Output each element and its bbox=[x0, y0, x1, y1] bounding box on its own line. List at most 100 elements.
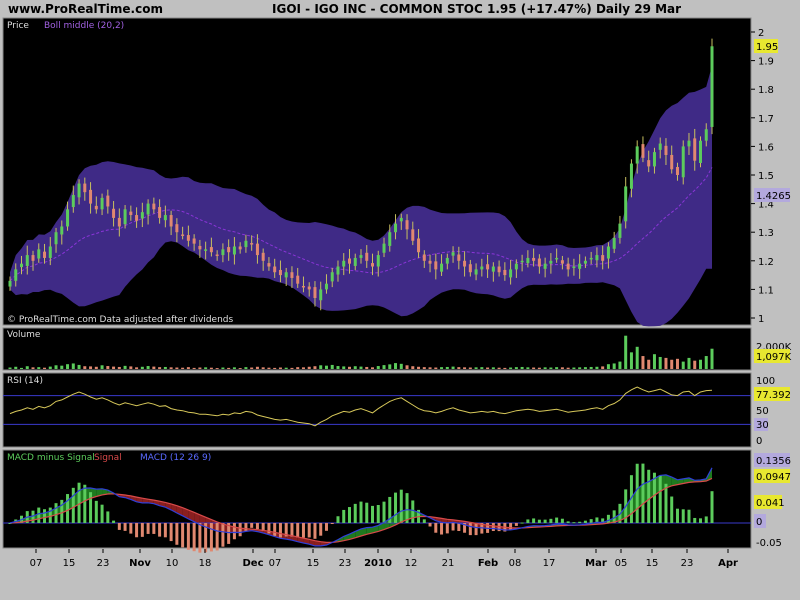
candle bbox=[652, 152, 656, 167]
volume-bar bbox=[359, 366, 363, 369]
x-axis-label: 17 bbox=[543, 558, 556, 569]
candle bbox=[537, 258, 541, 267]
macd-hist-bar bbox=[198, 523, 202, 553]
volume-bar bbox=[526, 367, 530, 369]
x-axis-label: 10 bbox=[166, 558, 179, 569]
volume-bar bbox=[629, 352, 633, 369]
macd-hist-bar bbox=[319, 523, 323, 536]
volume-bar bbox=[60, 365, 64, 369]
macd-hist-bar bbox=[37, 507, 41, 523]
macd-hist-bar bbox=[440, 523, 444, 535]
volume-bar bbox=[278, 367, 282, 369]
macd-hist-bar bbox=[555, 517, 559, 523]
candle bbox=[480, 266, 484, 270]
candle bbox=[371, 263, 375, 267]
volume-bar bbox=[330, 364, 334, 369]
price-tick-label: 1.6 bbox=[758, 142, 774, 153]
price-tick-label: 1.7 bbox=[758, 114, 774, 125]
candle bbox=[31, 255, 35, 261]
candle bbox=[629, 163, 633, 189]
candle bbox=[290, 272, 294, 278]
macd-hist-bar bbox=[215, 523, 219, 551]
candle bbox=[658, 143, 662, 150]
macd-hist-bar bbox=[468, 523, 472, 536]
candle bbox=[169, 215, 173, 227]
rsi-label: RSI (14) bbox=[7, 376, 43, 386]
candle bbox=[267, 263, 271, 267]
volume-bar bbox=[601, 366, 605, 369]
volume-bar bbox=[635, 346, 639, 369]
candle bbox=[693, 138, 697, 161]
macd-hist-bar bbox=[664, 483, 668, 523]
candle bbox=[261, 252, 265, 261]
candle bbox=[117, 217, 121, 227]
candle bbox=[71, 195, 75, 208]
macd-hist-bar bbox=[94, 500, 98, 523]
volume-bar bbox=[186, 367, 190, 369]
volume-bar bbox=[497, 367, 501, 369]
candle bbox=[324, 283, 328, 290]
candle bbox=[135, 215, 139, 221]
macd-hist-bar bbox=[31, 510, 35, 523]
volume-bar bbox=[382, 365, 386, 369]
rsi-tick-0: 0 bbox=[756, 436, 762, 447]
x-axis-label: 21 bbox=[442, 558, 455, 569]
volume-bar bbox=[14, 366, 18, 369]
volume-bar bbox=[486, 367, 490, 369]
macd-hist-bar bbox=[578, 521, 582, 523]
volume-bar bbox=[8, 367, 12, 369]
macd-hist-bar bbox=[572, 522, 576, 524]
candle bbox=[313, 287, 317, 298]
volume-bar bbox=[273, 367, 277, 369]
volume-bar bbox=[405, 365, 409, 369]
candle bbox=[359, 255, 363, 258]
x-axis-label: 12 bbox=[405, 558, 418, 569]
volume-bar bbox=[417, 366, 421, 369]
candle bbox=[560, 260, 564, 264]
x-axis-label: Nov bbox=[129, 558, 151, 569]
volume-bar bbox=[123, 365, 127, 369]
macd-hist-bar bbox=[675, 508, 679, 523]
x-axis-label: 07 bbox=[269, 558, 282, 569]
macd-hist-bar bbox=[181, 523, 185, 548]
volume-bar bbox=[353, 366, 357, 369]
price-tick-label: 1 bbox=[758, 314, 764, 325]
candle bbox=[417, 238, 421, 253]
price-tick-label: 2 bbox=[758, 28, 764, 39]
price-tick-label: 1.8 bbox=[758, 85, 774, 96]
macd-hist-bar bbox=[129, 523, 133, 534]
candle bbox=[394, 223, 398, 233]
macd-hist-bar bbox=[152, 523, 156, 534]
volume-bar bbox=[670, 359, 674, 369]
macd-badge-1-text: 0.1356 bbox=[756, 456, 791, 467]
volume-bar bbox=[532, 367, 536, 369]
volume-label: Volume bbox=[7, 330, 41, 340]
macd-hist-bar bbox=[371, 505, 375, 523]
macd-hist-label: MACD minus Signal bbox=[7, 453, 95, 463]
candle bbox=[347, 258, 351, 264]
macd-hist-bar bbox=[405, 493, 409, 523]
volume-bar bbox=[198, 367, 202, 369]
macd-hist-bar bbox=[66, 494, 70, 523]
volume-bar bbox=[347, 366, 351, 369]
candle bbox=[635, 146, 639, 164]
rsi-badge-text: 77.392 bbox=[756, 390, 791, 401]
price-tick-label: 1.3 bbox=[758, 228, 774, 239]
stock-chart[interactable]: 21.91.81.71.61.51.41.31.21.1107 15 23 Nov 10… bbox=[0, 0, 800, 600]
volume-bar bbox=[261, 367, 265, 369]
macd-hist-bar bbox=[244, 523, 248, 531]
macd-hist-bar bbox=[647, 469, 651, 523]
volume-bar bbox=[595, 366, 599, 369]
macd-line-label: MACD (12 26 9) bbox=[140, 453, 211, 463]
volume-bar bbox=[664, 357, 668, 369]
macd-hist-bar bbox=[698, 518, 702, 523]
candle bbox=[422, 254, 426, 261]
macd-hist-bar bbox=[83, 484, 87, 523]
candle bbox=[175, 224, 179, 233]
macd-hist-bar bbox=[704, 516, 708, 523]
macd-hist-bar bbox=[278, 523, 282, 538]
volume-bar bbox=[687, 357, 691, 369]
macd-hist-bar bbox=[330, 523, 334, 524]
volume-panel[interactable] bbox=[2, 327, 752, 371]
volume-bar bbox=[618, 361, 622, 369]
